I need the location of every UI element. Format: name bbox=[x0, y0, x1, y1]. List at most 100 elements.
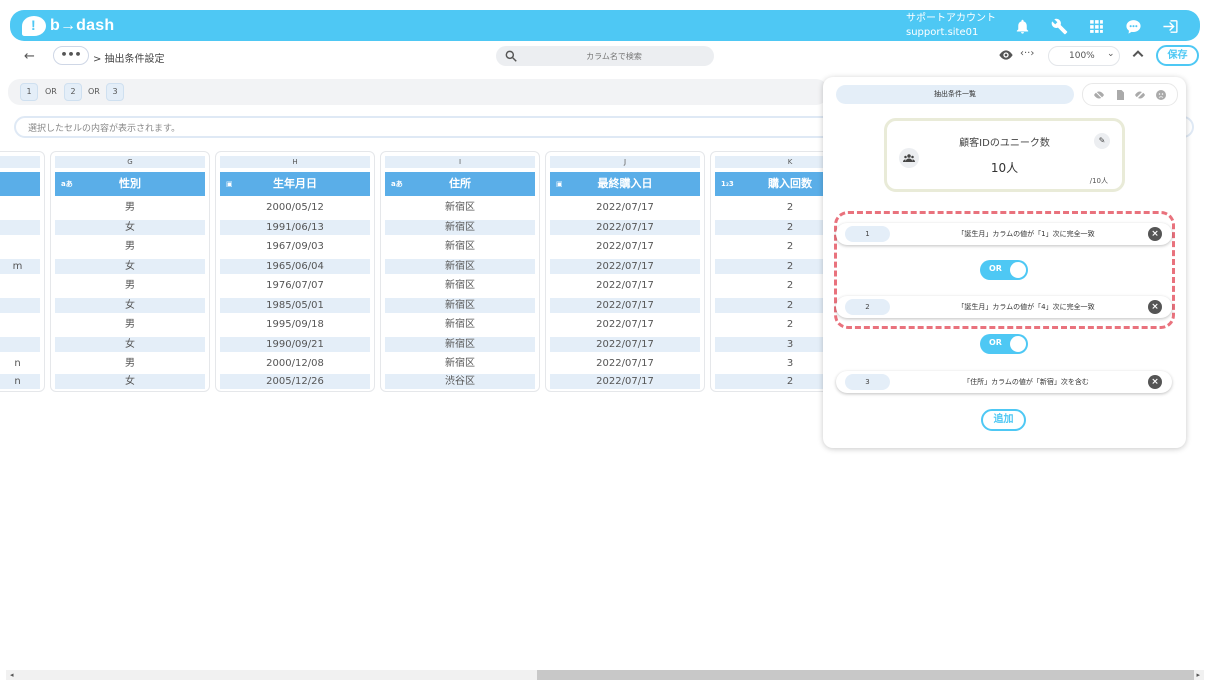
sad-face-icon[interactable] bbox=[1155, 89, 1167, 101]
column-letter[interactable] bbox=[0, 156, 40, 168]
table-cell[interactable]: 1965/06/04 bbox=[220, 259, 370, 274]
table-cell[interactable]: 2022/07/17 bbox=[550, 220, 700, 235]
table-cell[interactable]: 2000/12/08 bbox=[220, 356, 370, 371]
formula-operator[interactable]: OR bbox=[88, 87, 100, 96]
table-cell[interactable]: 2022/07/17 bbox=[550, 337, 700, 352]
app-logo[interactable]: b→dash bbox=[22, 14, 114, 38]
table-cell[interactable]: 男 bbox=[55, 356, 205, 371]
code-icon[interactable]: ‹··› bbox=[1020, 48, 1034, 59]
table-cell[interactable]: 2022/07/17 bbox=[550, 239, 700, 254]
table-cell[interactable]: 男 bbox=[55, 278, 205, 293]
scrollbar-thumb[interactable] bbox=[537, 670, 1194, 680]
table-cell[interactable]: 2022/07/17 bbox=[550, 317, 700, 332]
table-cell[interactable]: 2022/07/17 bbox=[550, 298, 700, 313]
table-cell[interactable]: 1985/05/01 bbox=[220, 298, 370, 313]
table-cell[interactable]: 2022/07/17 bbox=[550, 259, 700, 274]
table-cell[interactable]: 2000/05/12 bbox=[220, 200, 370, 215]
table-cell[interactable]: 新宿区 bbox=[385, 317, 535, 332]
column-letter[interactable]: G bbox=[55, 156, 205, 168]
chat-icon[interactable] bbox=[1121, 14, 1145, 38]
table-cell[interactable]: 女 bbox=[55, 374, 205, 389]
back-button[interactable]: ← bbox=[24, 49, 35, 64]
formula-condition-2[interactable]: 2 bbox=[64, 83, 82, 101]
table-cell[interactable]: 男 bbox=[55, 200, 205, 215]
column-letter[interactable]: J bbox=[550, 156, 700, 168]
table-cell[interactable] bbox=[0, 200, 40, 215]
zoom-select[interactable]: 100% ⌄ bbox=[1048, 46, 1120, 66]
condition-row[interactable]: 2 「誕生月」カラムの値が「4」次に完全一致 × bbox=[836, 296, 1172, 318]
table-cell[interactable] bbox=[0, 278, 40, 293]
tab-conditions-list[interactable]: 抽出条件一覧 bbox=[836, 85, 1074, 104]
table-cell[interactable]: 渋谷区 bbox=[385, 374, 535, 389]
remove-condition-icon[interactable]: × bbox=[1148, 227, 1162, 241]
table-cell[interactable]: 新宿区 bbox=[385, 200, 535, 215]
table-cell[interactable]: 1990/09/21 bbox=[220, 337, 370, 352]
table-cell[interactable]: 1991/06/13 bbox=[220, 220, 370, 235]
column-header[interactable]: aあ 性別 bbox=[55, 172, 205, 196]
condition-row[interactable]: 1 「誕生月」カラムの値が「1」次に完全一致 × bbox=[836, 223, 1172, 245]
table-cell[interactable]: 女 bbox=[55, 220, 205, 235]
table-cell[interactable]: 新宿区 bbox=[385, 220, 535, 235]
operator-toggle[interactable]: OR bbox=[980, 334, 1028, 354]
table-cell[interactable]: 2022/07/17 bbox=[550, 356, 700, 371]
document-icon[interactable] bbox=[1114, 89, 1126, 101]
column-letter[interactable]: I bbox=[385, 156, 535, 168]
table-cell[interactable]: 新宿区 bbox=[385, 298, 535, 313]
table-cell[interactable]: 女 bbox=[55, 259, 205, 274]
logout-icon[interactable] bbox=[1158, 14, 1182, 38]
eye-icon[interactable] bbox=[998, 49, 1014, 61]
grid-icon[interactable] bbox=[1084, 14, 1108, 38]
table-cell[interactable] bbox=[0, 317, 40, 332]
condition-text: 「誕生月」カラムの値が「4」次に完全一致 bbox=[906, 299, 1146, 315]
horizontal-scrollbar[interactable]: ◂ ▸ bbox=[6, 670, 1204, 680]
edit-icon[interactable]: ✎ bbox=[1094, 133, 1110, 149]
table-cell[interactable]: m bbox=[0, 259, 40, 274]
condition-row[interactable]: 3 「住所」カラムの値が「新宿」次を含む × bbox=[836, 371, 1172, 393]
add-condition-button[interactable]: 追加 bbox=[981, 409, 1026, 431]
table-cell[interactable]: 2022/07/17 bbox=[550, 278, 700, 293]
scroll-left-arrow[interactable]: ◂ bbox=[10, 670, 14, 680]
table-cell[interactable] bbox=[0, 298, 40, 313]
table-cell[interactable]: 1967/09/03 bbox=[220, 239, 370, 254]
table-cell[interactable]: 2005/12/26 bbox=[220, 374, 370, 389]
formula-operator[interactable]: OR bbox=[45, 87, 57, 96]
table-cell[interactable]: 男 bbox=[55, 317, 205, 332]
table-cell[interactable]: 2022/07/17 bbox=[550, 200, 700, 215]
column-header[interactable]: ▣ 生年月日 bbox=[220, 172, 370, 196]
table-cell[interactable] bbox=[0, 337, 40, 352]
table-cell[interactable]: 新宿区 bbox=[385, 259, 535, 274]
column-header[interactable] bbox=[0, 172, 40, 196]
bell-icon[interactable] bbox=[1010, 14, 1034, 38]
chevron-up-icon[interactable] bbox=[1131, 47, 1145, 61]
table-cell[interactable]: n bbox=[0, 356, 40, 371]
column-letter[interactable]: H bbox=[220, 156, 370, 168]
more-menu-button[interactable]: ••• bbox=[53, 46, 89, 65]
table-cell[interactable]: 1995/09/18 bbox=[220, 317, 370, 332]
table-cell[interactable]: 女 bbox=[55, 298, 205, 313]
table-cell[interactable]: 2022/07/17 bbox=[550, 374, 700, 389]
search-input[interactable] bbox=[524, 48, 704, 64]
table-cell[interactable]: n bbox=[0, 374, 40, 389]
formula-condition-1[interactable]: 1 bbox=[20, 83, 38, 101]
wrench-icon[interactable] bbox=[1047, 14, 1071, 38]
table-cell[interactable]: 新宿区 bbox=[385, 356, 535, 371]
table-cell[interactable] bbox=[0, 220, 40, 235]
eye-off-icon[interactable] bbox=[1134, 89, 1146, 101]
table-cell[interactable]: 新宿区 bbox=[385, 278, 535, 293]
save-button[interactable]: 保存 bbox=[1156, 45, 1199, 66]
table-cell[interactable]: 1976/07/07 bbox=[220, 278, 370, 293]
account-info[interactable]: サポートアカウント support.site01 bbox=[906, 12, 996, 40]
table-cell[interactable]: 男 bbox=[55, 239, 205, 254]
table-cell[interactable]: 新宿区 bbox=[385, 239, 535, 254]
table-cell[interactable] bbox=[0, 239, 40, 254]
scroll-right-arrow[interactable]: ▸ bbox=[1196, 670, 1200, 680]
visibility-off-icon[interactable] bbox=[1093, 89, 1105, 101]
operator-toggle[interactable]: OR bbox=[980, 260, 1028, 280]
remove-condition-icon[interactable]: × bbox=[1148, 300, 1162, 314]
column-header[interactable]: aあ 住所 bbox=[385, 172, 535, 196]
column-header[interactable]: ▣ 最終購入日 bbox=[550, 172, 700, 196]
formula-condition-3[interactable]: 3 bbox=[106, 83, 124, 101]
remove-condition-icon[interactable]: × bbox=[1148, 375, 1162, 389]
table-cell[interactable]: 女 bbox=[55, 337, 205, 352]
table-cell[interactable]: 新宿区 bbox=[385, 337, 535, 352]
